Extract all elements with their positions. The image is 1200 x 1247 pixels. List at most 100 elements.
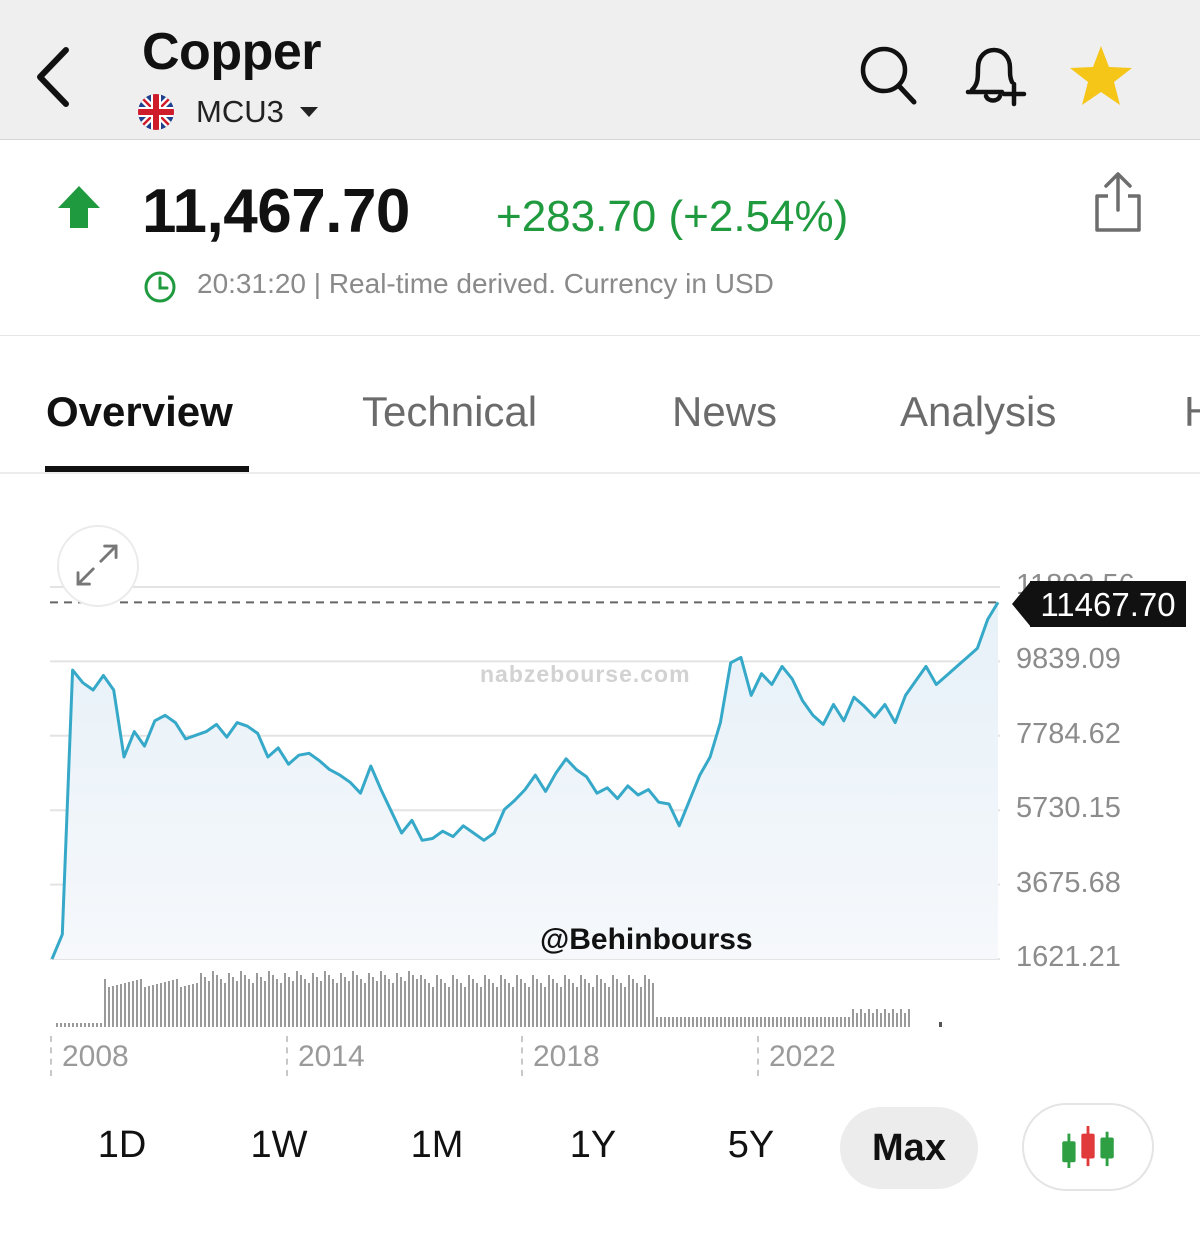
volume-bar [364,983,366,1027]
volume-bar [64,1023,66,1027]
volume-bar [664,1017,666,1027]
volume-bar [704,1017,706,1027]
quote-panel: 11,467.70 +283.70 (+2.54%) 20:31:20 | Re… [0,140,1200,336]
volume-bar [812,1017,814,1027]
volume-bar [536,979,538,1027]
volume-bar [508,983,510,1027]
volume-bar [624,987,626,1027]
volume-bar [312,973,314,1027]
tab-overview[interactable]: Overview [46,388,233,436]
chart-type-button[interactable] [1022,1103,1154,1191]
volume-bar [488,979,490,1027]
watermark-handle: @Behinbourss [540,923,753,956]
volume-bar [784,1017,786,1027]
volume-bars [56,971,942,1027]
volume-bar [532,975,534,1027]
volume-bar [344,977,346,1027]
search-icon[interactable] [858,42,918,106]
x-tick-label: 2008 [62,1040,129,1073]
volume-bar [268,971,270,1027]
volume-bar [360,979,362,1027]
volume-bar [684,1017,686,1027]
volume-bar [512,987,514,1027]
symbol-selector[interactable]: MCU3 [138,92,318,132]
volume-bar [888,1013,890,1027]
volume-bar [668,1017,670,1027]
period-1m[interactable]: 1M [372,1124,502,1167]
active-tab-indicator [45,466,249,472]
chevron-down-icon [299,107,318,117]
expand-chart-button[interactable] [57,525,139,607]
back-icon[interactable] [30,44,80,110]
volume-bar [868,1009,870,1027]
volume-bar [140,979,142,1027]
bell-plus-icon[interactable] [962,42,1028,108]
volume-bar [904,1013,906,1027]
volume-bar [648,979,650,1027]
volume-bar [104,979,106,1027]
volume-bar [700,1017,702,1027]
volume-bar [236,981,238,1027]
y-tick-label: 1621.21 [1016,941,1121,973]
tab-more[interactable]: H [1184,388,1200,436]
volume-bar [580,975,582,1027]
price-chart[interactable]: nabzebourse.com @Behinbourss 11893.56983… [0,475,1200,1095]
volume-bar [96,1023,98,1027]
volume-bar [588,983,590,1027]
volume-bar [164,982,166,1027]
volume-bar [428,983,430,1027]
period-1w[interactable]: 1W [214,1124,344,1167]
volume-bar [496,987,498,1027]
tab-technical[interactable]: Technical [362,388,537,436]
share-icon[interactable] [1092,172,1144,234]
volume-bar [444,983,446,1027]
volume-bar [908,1009,910,1027]
volume-bar [240,971,242,1027]
x-tick-mark [521,1036,523,1076]
x-tick-label: 2014 [298,1040,365,1073]
tab-news[interactable]: News [672,388,777,436]
period-max[interactable]: Max [840,1107,978,1189]
volume-bar [420,975,422,1027]
period-selector: 1D 1W 1M 1Y 5Y Max [0,1100,1200,1200]
volume-bar [408,971,410,1027]
volume-bar [220,979,222,1027]
volume-bar [288,977,290,1027]
volume-bar [844,1017,846,1027]
period-5y[interactable]: 5Y [686,1124,816,1167]
volume-bar [692,1017,694,1027]
volume-bar [816,1017,818,1027]
volume-bar [728,1017,730,1027]
star-icon[interactable] [1068,44,1134,108]
y-tick-label: 7784.62 [1016,717,1121,750]
volume-bar [476,983,478,1027]
x-tick-label: 2018 [533,1040,600,1073]
volume-bar [528,987,530,1027]
volume-bar [600,979,602,1027]
candlestick-icon [1062,1126,1114,1168]
volume-bar [876,1009,878,1027]
volume-bar [272,975,274,1027]
tab-analysis[interactable]: Analysis [900,388,1056,436]
volume-bar [392,983,394,1027]
volume-bar [384,975,386,1027]
volume-bar [564,975,566,1027]
volume-bar [460,983,462,1027]
expand-icon [76,544,118,586]
period-1y[interactable]: 1Y [528,1124,658,1167]
volume-bar [336,983,338,1027]
volume-bar [388,979,390,1027]
volume-bar [628,975,630,1027]
volume-bar [752,1017,754,1027]
volume-bar [132,981,134,1027]
volume-bar [368,973,370,1027]
volume-bar [560,987,562,1027]
volume-bar [448,987,450,1027]
volume-bar [184,986,186,1027]
last-price: 11,467.70 [142,177,410,246]
volume-bar [708,1017,710,1027]
volume-bar [892,1009,894,1027]
period-1d[interactable]: 1D [57,1124,187,1167]
volume-bar [324,971,326,1027]
volume-bar [348,981,350,1027]
